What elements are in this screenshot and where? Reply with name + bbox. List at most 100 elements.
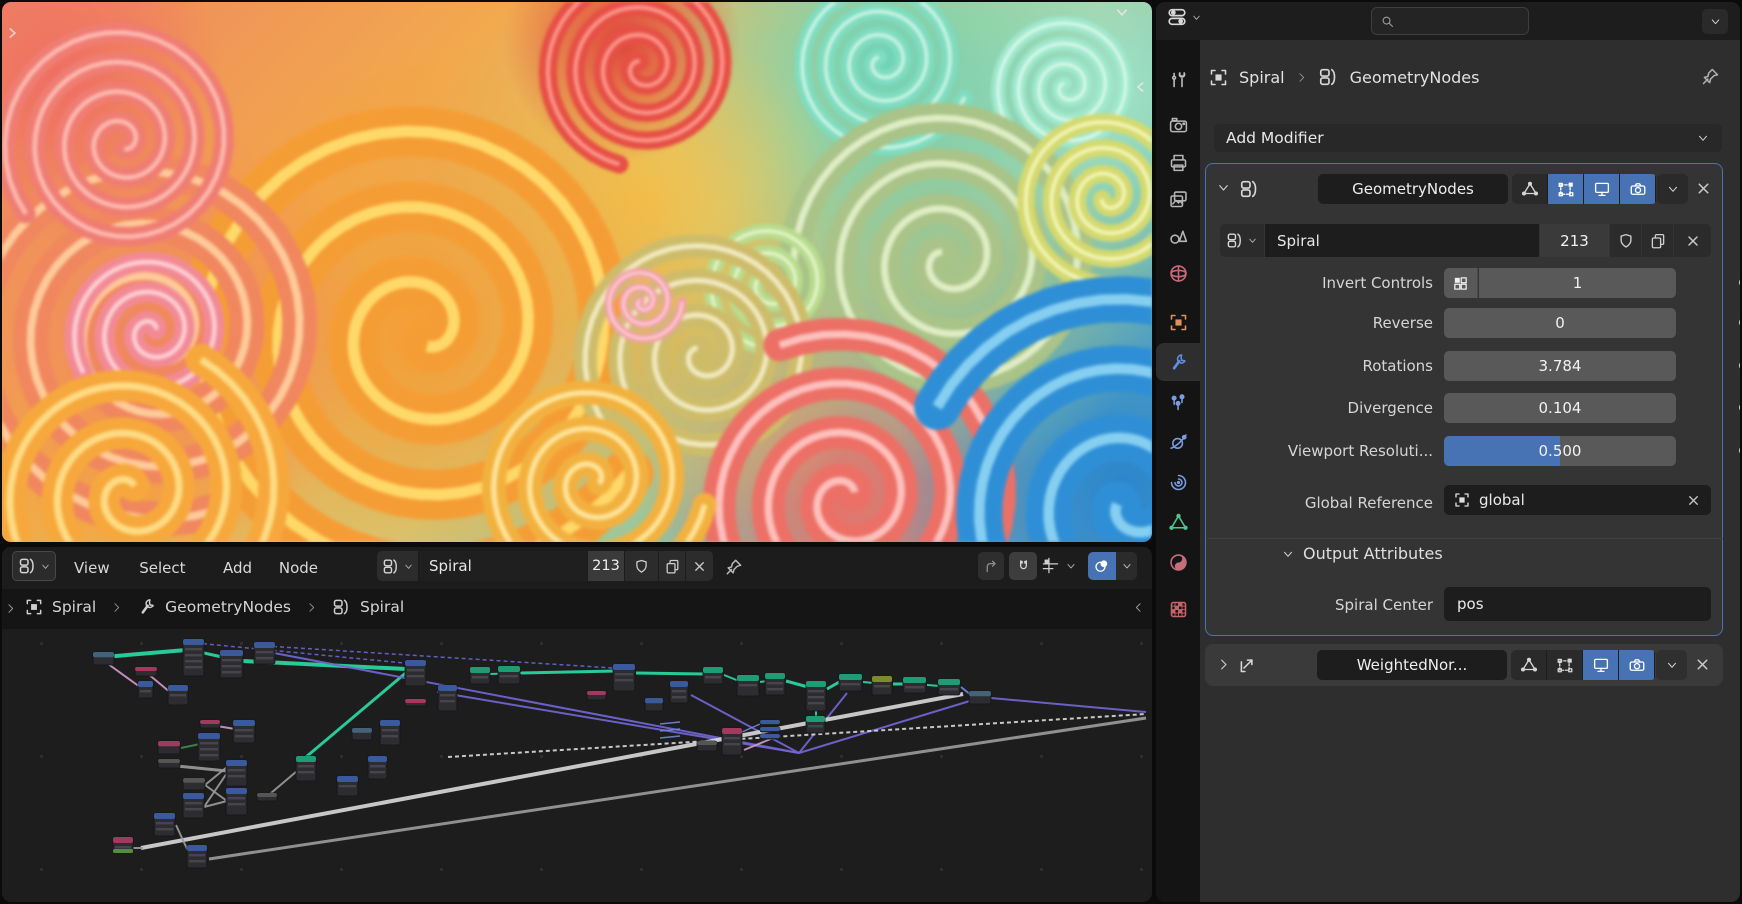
graph-node[interactable]	[760, 734, 780, 739]
menu-add[interactable]: Add	[217, 554, 258, 582]
new-node-tree-button[interactable]	[659, 551, 685, 581]
tab-particles[interactable]	[1156, 383, 1200, 421]
menu-select[interactable]: Select	[133, 554, 191, 582]
viewport-collapse-icon[interactable]	[1114, 5, 1130, 19]
graph-node[interactable]	[352, 728, 372, 740]
graph-node[interactable]	[765, 673, 785, 695]
tab-material[interactable]	[1156, 543, 1200, 581]
tab-texture[interactable]	[1156, 590, 1200, 628]
region-collapse-icon[interactable]	[1132, 601, 1145, 614]
modifier-extras-dropdown[interactable]	[1657, 174, 1688, 204]
tab-modifiers[interactable]	[1156, 343, 1200, 381]
graph-node[interactable]	[226, 788, 247, 815]
output-attributes-header[interactable]: Output Attributes	[1281, 544, 1443, 563]
graph-node[interactable]	[183, 793, 204, 818]
breadcrumb-item[interactable]: Spiral	[52, 598, 96, 616]
graph-node[interactable]	[93, 652, 114, 665]
delete-modifier-button[interactable]	[1695, 180, 1712, 197]
toggle-camera[interactable]	[1619, 650, 1655, 680]
animate-decorator[interactable]	[1739, 318, 1740, 327]
node-tree-users-count[interactable]: 213	[588, 551, 624, 581]
graph-node[interactable]	[806, 716, 825, 733]
overlays-dropdown[interactable]	[1116, 552, 1137, 580]
graph-node[interactable]	[135, 667, 157, 676]
graph-node[interactable]	[760, 720, 780, 725]
toggle-triverts[interactable]	[1512, 174, 1548, 204]
graph-node[interactable]	[138, 681, 153, 698]
graph-node[interactable]	[405, 699, 426, 706]
graph-node[interactable]	[613, 664, 635, 691]
tab-world[interactable]	[1156, 254, 1200, 292]
node-group-selector-button[interactable]	[1220, 224, 1264, 257]
value-field-reverse[interactable]: 0	[1444, 308, 1676, 338]
value-field-divergence[interactable]: 0.104	[1444, 393, 1676, 423]
3d-viewport[interactable]	[2, 2, 1152, 542]
breadcrumb-item[interactable]: GeometryNodes	[165, 598, 291, 616]
duplicate-node-group-button[interactable]	[1642, 224, 1673, 257]
snap-dropdown-chevron-icon[interactable]	[1065, 560, 1077, 572]
toggle-monitor[interactable]	[1583, 650, 1619, 680]
tab-constraints[interactable]	[1156, 463, 1200, 501]
editor-type-button[interactable]	[1166, 6, 1202, 28]
sidebar-expand-icon[interactable]	[1134, 80, 1148, 94]
toggle-triverts[interactable]	[1511, 650, 1547, 680]
menu-node[interactable]: Node	[273, 554, 324, 582]
value-field-viewport-resoluti-[interactable]: 0.500	[1444, 436, 1676, 466]
overlays-toggle[interactable]	[1088, 552, 1116, 580]
breadcrumb-modifier[interactable]: GeometryNodes	[1350, 68, 1480, 87]
geometry-node-editor[interactable]: View Select Add Node Spiral 213 Spiral Geome…	[2, 547, 1152, 902]
graph-node[interactable]	[969, 691, 991, 704]
graph-node[interactable]	[220, 650, 243, 678]
animate-decorator[interactable]	[1739, 278, 1740, 287]
pin-icon[interactable]	[1700, 66, 1721, 87]
unlink-node-group-button[interactable]	[1674, 224, 1711, 257]
graph-node[interactable]	[645, 698, 663, 711]
modifier-extras-dropdown[interactable]	[1656, 650, 1687, 680]
breadcrumb-item[interactable]: Spiral	[360, 598, 404, 616]
fake-user-button[interactable]	[1610, 224, 1641, 257]
graph-node[interactable]	[703, 667, 723, 684]
spiral-center-field[interactable]: pos	[1444, 587, 1711, 621]
graph-node[interactable]	[113, 837, 133, 853]
graph-node[interactable]	[337, 776, 358, 796]
graph-node[interactable]	[183, 639, 204, 676]
graph-node[interactable]	[183, 778, 205, 790]
graph-node[interactable]	[200, 720, 220, 728]
expand-chevron-icon[interactable]	[1216, 657, 1231, 672]
options-dropdown[interactable]	[1702, 9, 1728, 34]
graph-node[interactable]	[368, 756, 387, 779]
animate-decorator[interactable]	[1739, 403, 1740, 412]
graph-node[interactable]	[938, 679, 960, 695]
graph-node[interactable]	[722, 728, 742, 755]
graph-node[interactable]	[296, 756, 316, 781]
graph-node[interactable]	[498, 666, 520, 684]
node-group-name-field[interactable]: Spiral	[1265, 224, 1539, 257]
menu-view[interactable]: View	[68, 554, 116, 582]
tab-render[interactable]	[1156, 106, 1200, 144]
toggle-cage[interactable]	[1548, 174, 1584, 204]
editor-type-button[interactable]	[12, 551, 56, 581]
modifier-name-field[interactable]: GeometryNodes	[1318, 174, 1508, 204]
graph-node[interactable]	[839, 674, 862, 691]
snap-target-icon[interactable]	[1041, 556, 1060, 575]
graph-node[interactable]	[158, 759, 180, 768]
search-field[interactable]	[1371, 7, 1529, 35]
graph-node[interactable]	[670, 681, 688, 703]
collapse-chevron-icon[interactable]	[1216, 180, 1231, 195]
tab-data[interactable]	[1156, 503, 1200, 541]
tab-view-layer[interactable]	[1156, 180, 1200, 218]
graph-node[interactable]	[405, 660, 426, 686]
value-field-invert-controls[interactable]: 1	[1479, 268, 1676, 298]
graph-node[interactable]	[587, 691, 606, 700]
graph-node[interactable]	[257, 793, 277, 801]
graph-node[interactable]	[380, 720, 400, 745]
snapping-toggle[interactable]	[1009, 552, 1037, 580]
tab-physics[interactable]	[1156, 423, 1200, 461]
clear-object-button[interactable]	[1686, 493, 1701, 508]
tab-object[interactable]	[1156, 303, 1200, 341]
go-to-parent-tree-button[interactable]	[978, 552, 1004, 580]
graph-node[interactable]	[470, 667, 490, 684]
breadcrumb-expand-icon[interactable]	[4, 602, 17, 615]
graph-node[interactable]	[254, 642, 275, 664]
breadcrumb-object[interactable]: Spiral	[1239, 68, 1285, 87]
